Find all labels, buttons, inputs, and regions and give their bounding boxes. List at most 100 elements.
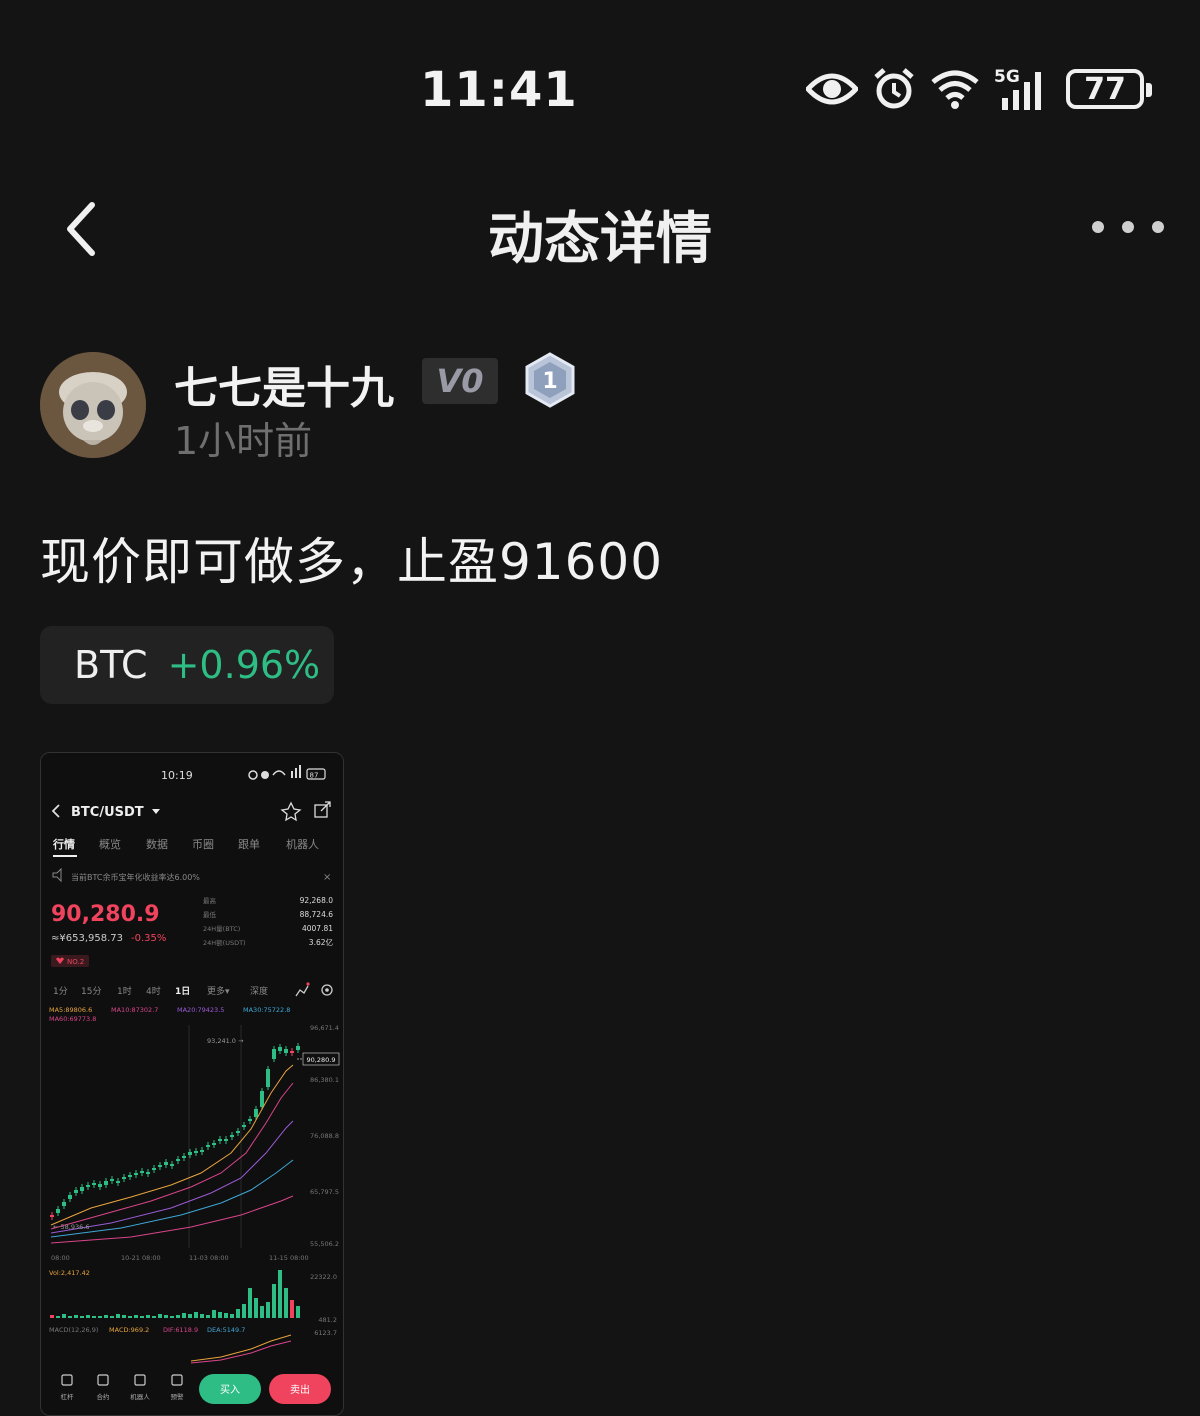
att-candle <box>158 1165 162 1167</box>
att-volume-bar <box>86 1315 90 1318</box>
att-cny-price: ≈¥653,958.73 <box>51 933 123 944</box>
att-nav-label: 预警 <box>171 1392 185 1401</box>
att-candle <box>212 1143 216 1145</box>
alarm-icon <box>874 68 914 109</box>
more-dot <box>1122 221 1134 233</box>
att-volume-bar <box>182 1313 186 1318</box>
att-tab[interactable]: 机器人 <box>286 837 319 851</box>
att-volume-bar <box>212 1310 216 1318</box>
att-volume-bar <box>290 1300 294 1318</box>
att-volume-bar <box>140 1316 144 1318</box>
att-volume-bar <box>176 1315 180 1318</box>
signal-icon: 5G <box>994 67 1041 110</box>
att-sell-label: 卖出 <box>290 1383 310 1396</box>
att-volume-bar <box>104 1315 108 1318</box>
att-stat-label: 24H量(BTC) <box>203 925 240 933</box>
att-volume-bar <box>254 1298 258 1318</box>
att-ma-label: MA20:79423.5 <box>177 1006 224 1014</box>
att-macd-label: DIF:6118.9 <box>163 1326 198 1334</box>
page-header: 动态详情 <box>0 170 1200 290</box>
att-candle <box>50 1215 54 1217</box>
att-volume-bar <box>236 1309 240 1318</box>
more-button[interactable] <box>1092 210 1164 244</box>
att-candle <box>248 1119 252 1121</box>
battery-indicator: 77 <box>1066 69 1152 109</box>
post-text: 现价即可做多，止盈91600 <box>40 533 664 591</box>
att-stat-label: 24H额(USDT) <box>203 938 246 947</box>
att-x-tick: 11-15 08:00 <box>269 1254 309 1262</box>
att-volume-label: Vol:2,417.42 <box>49 1269 90 1277</box>
att-candle <box>146 1172 150 1174</box>
att-tab[interactable]: 概览 <box>99 837 121 851</box>
att-volume-bar <box>128 1316 132 1318</box>
att-interval[interactable]: 深度 <box>250 985 268 997</box>
att-macd-label: DEA:5149.7 <box>207 1326 245 1334</box>
att-volume-bar <box>206 1315 210 1318</box>
att-volume-bar <box>152 1316 156 1318</box>
att-macd-tick: 6123.7 <box>314 1329 337 1337</box>
attachment-image[interactable]: 10:19 87 BTC/USDT 行情 概览 数据 币圈 跟单 机器人 当前BTC余币宝… <box>40 752 344 1416</box>
att-interval[interactable]: 15分 <box>81 986 101 997</box>
avatar[interactable] <box>40 352 146 458</box>
att-candle <box>182 1156 186 1158</box>
att-candle <box>278 1047 282 1051</box>
att-candle <box>104 1181 108 1185</box>
att-nav-label: 杠杆 <box>61 1392 75 1401</box>
att-volume-bar <box>278 1270 282 1318</box>
att-x-tick: 11-03 08:00 <box>189 1254 229 1262</box>
att-volume-bar <box>260 1306 264 1318</box>
att-volume-bar <box>110 1316 114 1318</box>
att-notice-close[interactable]: × <box>323 872 331 883</box>
author-name[interactable]: 七七是十九 <box>174 352 394 416</box>
att-interval[interactable]: 4时 <box>146 985 161 997</box>
att-x-tick: 08:00 <box>51 1254 70 1262</box>
att-tab[interactable]: 跟单 <box>238 838 260 851</box>
att-candle <box>290 1051 294 1053</box>
coin-symbol: BTC <box>74 643 148 687</box>
att-ma-label: MA60:69773.8 <box>49 1015 96 1023</box>
att-stat-value: 3.62亿 <box>309 937 334 947</box>
att-stat-label: 最低 <box>203 910 217 919</box>
page-title: 动态详情 <box>488 207 712 272</box>
att-interval[interactable]: 更多▾ <box>207 985 230 997</box>
att-candle <box>98 1184 102 1187</box>
att-volume-bar <box>68 1316 72 1318</box>
att-volume-bar <box>194 1312 198 1318</box>
att-candle <box>74 1190 78 1193</box>
att-candle <box>68 1195 72 1199</box>
att-rank-tag: NO.2 <box>67 958 84 966</box>
svg-text:5G: 5G <box>994 67 1020 87</box>
att-y-tick: 55,506.2 <box>310 1240 339 1248</box>
att-volume-bar <box>296 1306 300 1318</box>
att-tab[interactable]: 币圈 <box>192 838 214 851</box>
att-change: -0.35% <box>131 933 166 944</box>
att-interval[interactable]: 1日 <box>175 986 190 997</box>
rank-number: 1 <box>542 369 557 394</box>
att-candle <box>230 1135 234 1137</box>
level-badge: V0 <box>422 358 498 404</box>
att-volume-bar <box>164 1315 168 1318</box>
status-icons: 5G 77 <box>806 64 1152 114</box>
att-pair: BTC/USDT <box>71 805 144 820</box>
att-candle <box>284 1049 288 1053</box>
att-nav-label: 合约 <box>97 1392 110 1401</box>
att-interval[interactable]: 1时 <box>117 985 132 997</box>
coin-chip[interactable]: BTC +0.96% <box>40 626 334 704</box>
att-volume-bar <box>224 1313 228 1318</box>
att-volume-bar <box>266 1302 270 1318</box>
att-candle <box>152 1168 156 1170</box>
att-candle <box>92 1183 96 1185</box>
att-stat-value: 92,268.0 <box>300 896 334 905</box>
att-candle <box>164 1162 168 1165</box>
att-candle <box>110 1179 114 1181</box>
att-tab[interactable]: 数据 <box>146 837 168 851</box>
att-candle <box>242 1125 246 1127</box>
att-x-tick: 10-21 08:00 <box>121 1254 161 1262</box>
author-row: 七七是十九 V0 1 1小时前 <box>40 352 1160 463</box>
att-volume-bar <box>98 1316 102 1318</box>
att-interval[interactable]: 1分 <box>53 986 68 997</box>
att-tab[interactable]: 行情 <box>52 837 75 851</box>
att-stat-value: 4007.81 <box>302 924 333 933</box>
att-price: 90,280.9 <box>51 902 160 927</box>
att-volume-bar <box>170 1316 174 1318</box>
